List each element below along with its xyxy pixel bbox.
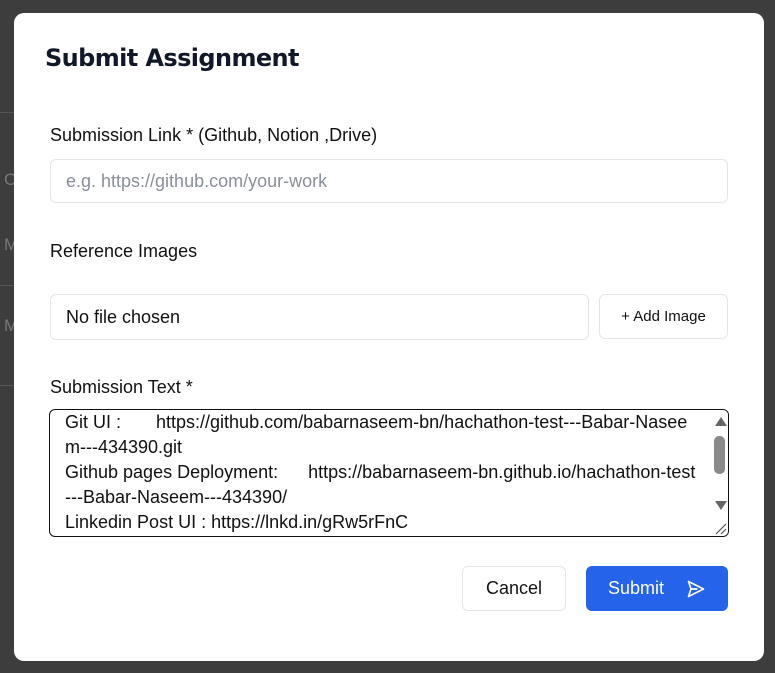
submit-button[interactable]: Submit <box>586 566 728 611</box>
reference-images-label: Reference Images <box>50 241 198 261</box>
file-status-text: No file chosen <box>66 306 181 327</box>
background-divider <box>0 112 14 113</box>
resize-grip-icon[interactable] <box>713 521 727 535</box>
send-icon <box>686 579 706 599</box>
textarea-scrollbar[interactable] <box>711 410 728 536</box>
submit-button-label: Submit <box>607 578 665 598</box>
modal-title: Submit Assignment <box>45 44 300 72</box>
submission-link-label: Submission Link * (Github, Notion ,Drive… <box>50 125 378 145</box>
cancel-button[interactable]: Cancel <box>462 566 566 611</box>
submission-text-content: Git UI : https://github.com/babarnaseem-… <box>65 412 696 532</box>
add-image-button[interactable]: + Add Image <box>599 294 728 339</box>
background-divider <box>0 385 14 386</box>
submission-link-input[interactable] <box>50 159 728 203</box>
file-input[interactable]: No file chosen <box>50 294 589 340</box>
submission-text-area[interactable]: Git UI : https://github.com/babarnaseem-… <box>49 409 729 537</box>
background-divider <box>0 285 14 286</box>
scroll-up-arrow-icon[interactable] <box>715 417 727 426</box>
scroll-thumb[interactable] <box>714 436 725 474</box>
scroll-down-arrow-icon[interactable] <box>715 501 727 510</box>
submit-assignment-modal: Submit Assignment Submission Link * (Git… <box>14 13 764 661</box>
submission-text-label: Submission Text * <box>50 377 193 397</box>
